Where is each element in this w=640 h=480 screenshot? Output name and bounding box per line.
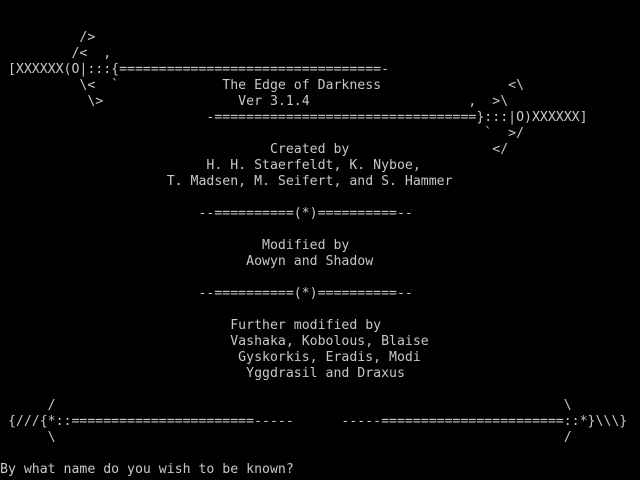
banner-line: Aowyn and Shadow [0,254,374,269]
banner-line: Created by </ [0,142,509,157]
mud-terminal-screen: /> /< , [XXXXXX(O|:::{==================… [0,0,640,480]
banner-line: [XXXXXX(O|:::{==========================… [0,62,390,77]
login-prompt[interactable]: By what name do you wish to be known? [0,462,602,478]
banner-line: \ / [0,430,572,445]
login-prompt-text: By what name do you wish to be known? [0,462,302,477]
banner-line: /< , [0,46,112,61]
banner-line: Gyskorkis, Eradis, Modi [0,350,421,365]
banner-line: --==========(*)==========-- [0,286,413,301]
banner-line: --==========(*)==========-- [0,206,413,221]
player-name-input[interactable] [301,462,602,478]
banner-line: T. Madsen, M. Seifert, and S. Hammer [0,174,453,189]
banner-line: /> [0,30,96,45]
banner-line: {///{*::=======================----- ---… [0,414,628,429]
banner-line: / \ [0,398,572,413]
banner-line: Vashaka, Kobolous, Blaise [0,334,429,349]
banner-line: -=================================}:::|O… [0,110,588,125]
banner-line: ` >/ [0,126,525,141]
banner-line: Modified by [0,238,350,253]
banner-line: H. H. Staerfeldt, K. Nyboe, [0,158,421,173]
banner-line: \< ` The Edge of Darkness <\ [0,78,525,93]
banner-line: \> Ver 3.1.4 , >\ [0,94,509,109]
banner-line: Yggdrasil and Draxus [0,366,405,381]
banner-line: Further modified by [0,318,382,333]
